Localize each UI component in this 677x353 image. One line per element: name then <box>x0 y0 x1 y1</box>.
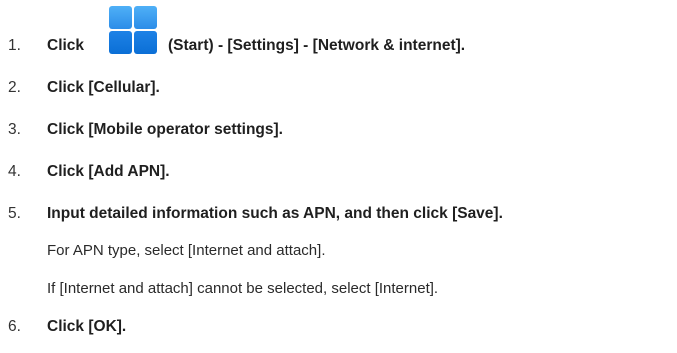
start-icon-tile-bottom-left <box>109 31 132 54</box>
start-icon-tile-top-right <box>134 6 157 29</box>
step-text-suffix: (Start) - [Settings] - [Network & intern… <box>168 37 466 54</box>
step-number: 6. <box>8 318 21 335</box>
step-text-prefix: Click <box>47 37 85 54</box>
step-number: 2. <box>8 79 21 96</box>
step-text: Click [OK]. <box>47 318 127 335</box>
windows-start-icon <box>101 0 165 58</box>
step-5-note-apn-type: For APN type, select [Internet and attac… <box>47 242 326 259</box>
step-5-note-internet-fallback: If [Internet and attach] cannot be selec… <box>47 280 439 297</box>
step-text: Click [Mobile operator settings]. <box>47 121 283 138</box>
step-number: 1. <box>8 37 21 54</box>
start-icon-tile-top-left <box>109 6 132 29</box>
step-text: Click [Cellular]. <box>47 79 160 96</box>
step-text: Input detailed information such as APN, … <box>47 205 503 222</box>
step-number: 4. <box>8 163 21 180</box>
step-number: 3. <box>8 121 21 138</box>
start-icon-tile-bottom-right <box>134 31 157 54</box>
step-number: 5. <box>8 205 21 222</box>
step-text: Click [Add APN]. <box>47 163 170 180</box>
